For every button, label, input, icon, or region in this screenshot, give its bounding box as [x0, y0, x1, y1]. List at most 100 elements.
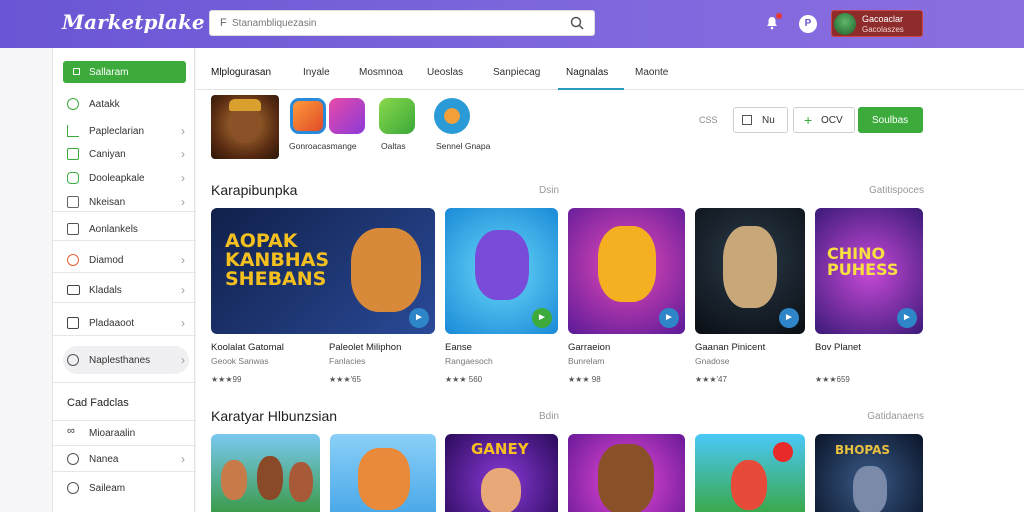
sidebar-item-aatakk[interactable]: Aatakk — [63, 96, 189, 114]
active-tab-indicator — [558, 88, 624, 90]
play-icon[interactable]: ► — [409, 308, 429, 328]
app-shortcut-icon[interactable] — [329, 98, 365, 134]
card-character — [481, 468, 521, 512]
sidebar-subitem-nanea[interactable]: Nanea › — [63, 451, 189, 469]
shortcut-label[interactable]: Oaltas — [381, 141, 406, 151]
sidebar-item-papleclarian[interactable]: Papleclarian › — [63, 123, 189, 141]
card-rating: ★★★ 98 — [568, 375, 601, 384]
tab-maonte[interactable]: Maonte — [635, 67, 668, 78]
card-character — [598, 444, 654, 512]
sidebar-primary-button[interactable]: Sallaram — [63, 61, 186, 83]
sidebar-item-nkeisan[interactable]: Nkeisan › — [63, 194, 189, 212]
tab-sanpiecag[interactable]: Sanpiecag — [493, 67, 540, 78]
game-card[interactable]: AOPAK KANBHAS SHEBANS ► — [211, 208, 435, 334]
card-character — [351, 228, 421, 312]
game-card[interactable] — [695, 434, 805, 512]
grid-view-icon — [742, 115, 752, 125]
character-face — [231, 109, 259, 143]
tab-ueoslas[interactable]: Ueoslas — [427, 67, 463, 78]
notification-bell-icon[interactable] — [765, 13, 782, 30]
card-title[interactable]: Paleolet Miliphon — [329, 342, 401, 353]
card-rating: ★★★ 560 — [445, 375, 483, 384]
app-shortcut-icon[interactable] — [434, 98, 470, 134]
shortcut-label[interactable]: Gonroacasmange — [289, 141, 357, 151]
search-input[interactable]: Stanambliquezasin — [232, 18, 317, 29]
add-button[interactable]: + OCV — [793, 107, 855, 133]
play-icon[interactable]: ► — [779, 308, 799, 328]
tab-mosmnoa[interactable]: Mosmnoa — [359, 67, 403, 78]
see-all-link[interactable]: Gatidanaens — [867, 411, 924, 422]
section-filter[interactable]: Dsin — [539, 185, 559, 196]
gamepad-icon — [67, 172, 79, 184]
chevron-right-icon: › — [181, 452, 185, 466]
link-icon: ∞ — [67, 425, 75, 437]
card-subtitle: Fanlacies — [329, 356, 366, 366]
card-title[interactable]: Garraeion — [568, 342, 610, 353]
target-icon — [67, 254, 79, 266]
game-card[interactable] — [211, 434, 320, 512]
tab-nagnalas[interactable]: Nagnalas — [566, 67, 608, 78]
game-card[interactable]: BHOPAS — [815, 434, 923, 512]
search-box[interactable]: F Stanambliquezasin — [209, 10, 595, 36]
divider — [53, 240, 196, 241]
tab-bar: Mlplogurasan Inyale Mosmnoa Ueoslas Sanp… — [196, 48, 1024, 90]
sidebar-subitem-saileam[interactable]: Saileam — [63, 480, 189, 498]
sidebar-item-caniyan[interactable]: Caniyan › — [63, 146, 189, 164]
card-rating: ★★★99 — [211, 375, 242, 384]
document-icon — [67, 223, 79, 235]
shortcut-label[interactable]: Sennel Gnapa — [436, 141, 490, 151]
card-rating: ★★★'65 — [329, 375, 361, 384]
see-all-link[interactable]: Gatitispoces — [869, 185, 924, 196]
divider — [53, 272, 196, 273]
divider — [53, 420, 196, 421]
notification-badge — [776, 13, 782, 19]
chevron-right-icon: › — [181, 171, 185, 185]
featured-game-thumbnail[interactable] — [211, 95, 279, 159]
sidebar-item-aonlankels[interactable]: Aonlankels — [63, 221, 189, 239]
tab-mlplogurasan[interactable]: Mlplogurasan — [211, 67, 271, 78]
section-filter[interactable]: Bdin — [539, 411, 559, 422]
card-title[interactable]: Koolalat Gatomal — [211, 342, 284, 353]
sidebar-item-dooleapkale[interactable]: Dooleapkale › — [63, 170, 189, 188]
sidebar-subitem-mioaraalin[interactable]: ∞ Mioaraalin — [63, 425, 189, 443]
game-card[interactable]: ► — [568, 208, 685, 334]
main-content: Mlplogurasan Inyale Mosmnoa Ueoslas Sanp… — [196, 48, 1024, 512]
card-character — [475, 230, 529, 300]
card-art-text: AOPAK KANBHAS SHEBANS — [225, 230, 330, 290]
sidebar-item-kladals[interactable]: Kladals › — [63, 282, 189, 300]
help-icon[interactable]: P — [799, 15, 817, 33]
window-icon — [67, 285, 80, 295]
square-icon — [73, 68, 80, 75]
sidebar-section-heading: Cad Fadclas — [67, 397, 129, 409]
sidebar-item-pladaaoot[interactable]: Pladaaoot › — [63, 315, 189, 333]
search-icon[interactable] — [570, 16, 584, 30]
account-name: Gacoaclar — [862, 14, 904, 24]
play-icon[interactable]: ► — [532, 308, 552, 328]
game-card[interactable]: ► — [445, 208, 558, 334]
app-shortcut-icon[interactable] — [379, 98, 415, 134]
chart-icon — [67, 125, 79, 137]
character-hat — [229, 99, 261, 111]
card-title[interactable]: Eanse — [445, 342, 472, 353]
play-icon[interactable]: ► — [897, 308, 917, 328]
filter-icon: F — [220, 17, 227, 29]
app-shortcut-icon[interactable] — [290, 98, 326, 134]
app-logo[interactable]: Marketplake — [62, 10, 205, 34]
card-title[interactable]: Bov Planet — [815, 342, 861, 353]
primary-action-button[interactable]: Soulbas — [858, 107, 923, 133]
game-card[interactable]: GANEY — [445, 434, 558, 512]
card-subtitle: Bunrelam — [568, 356, 605, 366]
account-menu[interactable]: Gacoaclar Gacolaszes — [831, 10, 923, 37]
play-icon[interactable]: ► — [659, 308, 679, 328]
game-card[interactable]: CHINO PUHESS ► — [815, 208, 923, 334]
game-card[interactable] — [568, 434, 685, 512]
sidebar: Sallaram Aatakk Papleclarian › Caniyan › D… — [52, 48, 196, 512]
sidebar-item-naplesthanes[interactable]: Naplesthanes › — [63, 346, 189, 374]
view-toggle-button[interactable]: Nu — [733, 107, 788, 133]
sidebar-item-diamod[interactable]: Diamod › — [63, 252, 189, 270]
tab-inyale[interactable]: Inyale — [303, 67, 330, 78]
card-title[interactable]: Gaanan Pinicent — [695, 342, 765, 353]
game-card[interactable]: ► — [695, 208, 805, 334]
game-card[interactable] — [330, 434, 436, 512]
card-character — [723, 226, 777, 308]
